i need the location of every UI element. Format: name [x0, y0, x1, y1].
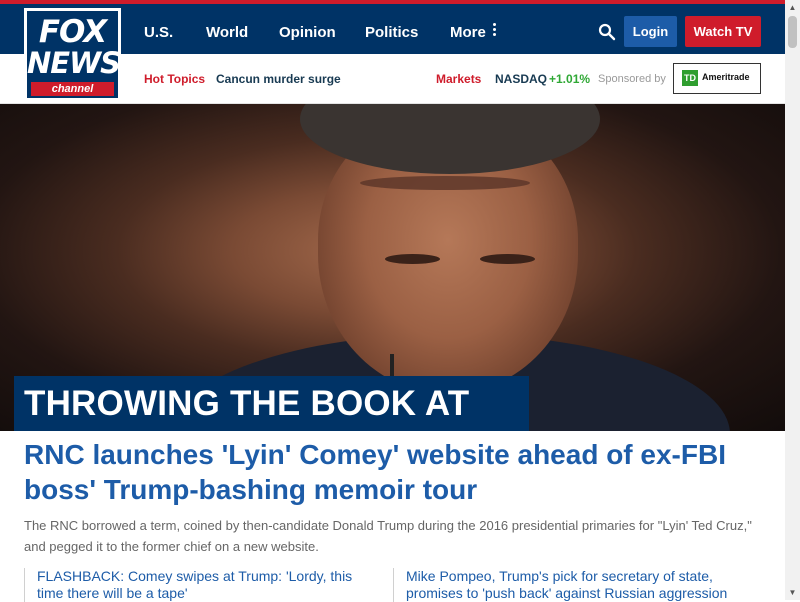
sponsored-by-label: Sponsored by	[598, 73, 666, 85]
hero-eye-left	[385, 254, 440, 264]
nav-link-world[interactable]: World	[206, 24, 248, 41]
login-button[interactable]: Login	[624, 16, 677, 47]
td-mark-icon: TD	[682, 70, 698, 86]
scroll-up-icon[interactable]: ▲	[785, 0, 800, 15]
related-link[interactable]: FLASHBACK: Comey swipes at Trump: 'Lordy…	[24, 568, 382, 602]
search-icon[interactable]	[598, 23, 616, 41]
logo-fox-text: FOX	[38, 14, 107, 50]
nav-link-opinion[interactable]: Opinion	[279, 24, 336, 41]
hero-kicker[interactable]: THROWING THE BOOK AT HIM	[14, 376, 529, 478]
hot-topic-link[interactable]: Cancun murder surge	[216, 72, 341, 86]
fox-news-logo[interactable]: FOX NEWS channel	[24, 8, 121, 101]
scroll-down-icon[interactable]: ▼	[785, 585, 800, 600]
related-link[interactable]: Mike Pompeo, Trump's pick for secretary …	[393, 568, 746, 602]
hero-eye-right	[480, 254, 535, 264]
markets-link[interactable]: Markets	[436, 72, 481, 86]
logo-news-text: NEWS	[27, 46, 121, 80]
article-headline[interactable]: RNC launches 'Lyin' Comey' website ahead…	[24, 437, 764, 507]
hero-brow	[360, 176, 530, 190]
nav-link-us[interactable]: U.S.	[144, 24, 173, 41]
nasdaq-change: +1.01%	[549, 72, 591, 86]
watch-tv-button[interactable]: Watch TV	[685, 16, 761, 47]
more-dots-icon[interactable]	[492, 23, 498, 38]
hot-topics-label[interactable]: Hot Topics	[144, 72, 205, 86]
nasdaq-label: NASDAQ	[495, 72, 548, 86]
logo-channel-text: channel	[31, 82, 114, 96]
scrollbar[interactable]: ▲ ▼	[785, 0, 800, 600]
sponsor-name: Ameritrade	[702, 72, 750, 82]
sponsor-logo[interactable]: TD Ameritrade	[673, 63, 761, 94]
nav-link-more[interactable]: More	[450, 24, 486, 41]
scroll-thumb[interactable]	[788, 16, 797, 48]
nav-link-politics[interactable]: Politics	[365, 24, 418, 41]
article-summary: The RNC borrowed a term, coined by then-…	[24, 518, 752, 554]
